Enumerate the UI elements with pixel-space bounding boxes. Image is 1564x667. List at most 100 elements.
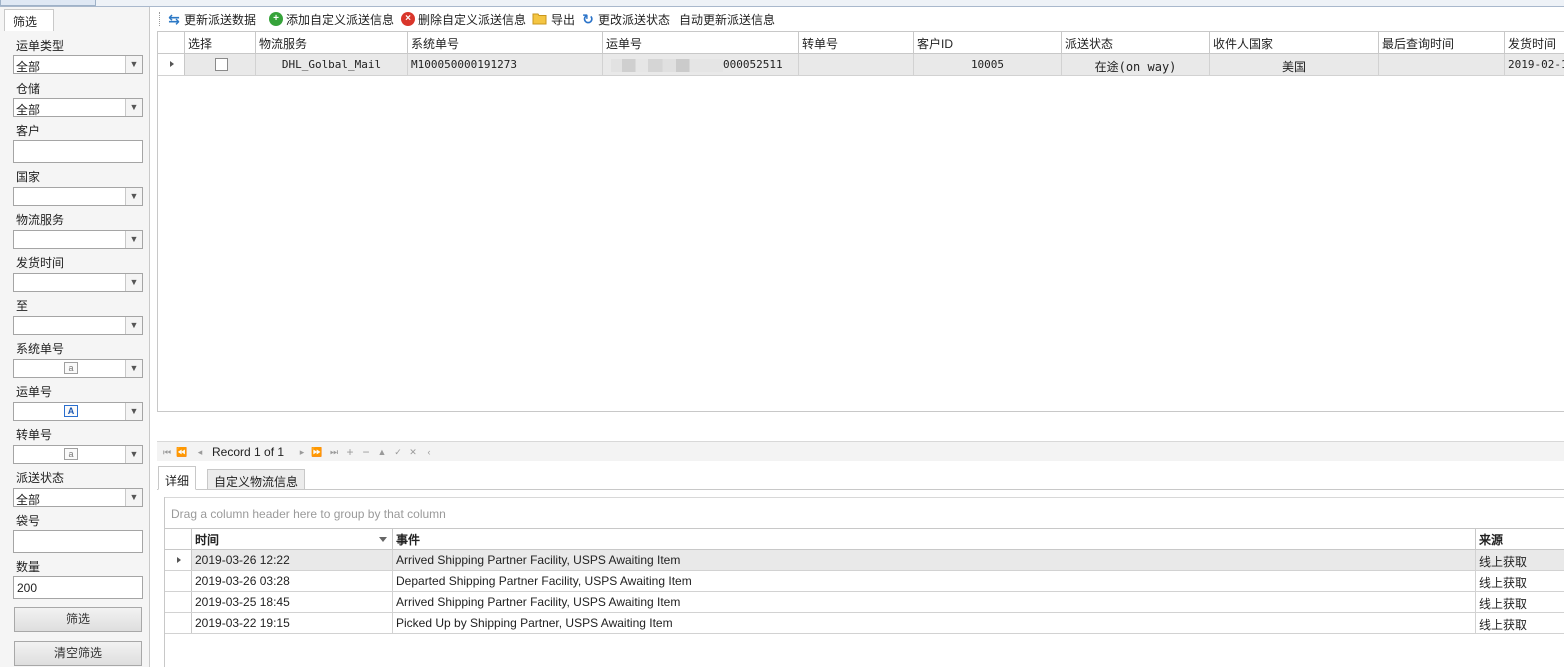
row-indicator[interactable] [158,54,185,75]
document-tab[interactable] [0,0,96,6]
column-header-waybill-no[interactable]: 运单号 [603,32,799,54]
cell-time[interactable]: 2019-03-26 03:28 [192,571,393,591]
waybill-no-input[interactable]: A ▼ [13,402,143,421]
row-indicator[interactable] [165,613,192,633]
column-header-customer-id[interactable]: 客户ID [914,32,1062,54]
waybill-no-visible: 000052511 [723,58,783,71]
cell-time[interactable]: 2019-03-22 19:15 [192,613,393,633]
warehouse-select[interactable]: 全部 ▼ [13,98,143,117]
row-indicator[interactable] [165,592,192,612]
clear-filter-button[interactable]: 清空筛选 [14,641,142,666]
column-header-recipient-country[interactable]: 收件人国家 [1210,32,1379,54]
cell-customer-id[interactable]: 10005 [914,54,1062,75]
cell-time[interactable]: 2019-03-26 12:22 [192,550,393,570]
cell-event[interactable]: Arrived Shipping Partner Facility, USPS … [393,550,1476,570]
previous-record-icon[interactable]: ◂ [194,445,206,459]
table-row[interactable]: DHL_Golbal_Mail M100050000191273 0000525… [158,54,1564,76]
cell-source[interactable]: 线上获取 [1476,550,1564,570]
cell-select[interactable] [185,54,256,75]
delivery-status-select[interactable]: 全部 ▼ [13,488,143,507]
cell-last-query-time[interactable] [1379,54,1505,75]
cell-event[interactable]: Picked Up by Shipping Partner, USPS Awai… [393,613,1476,633]
next-record-icon[interactable]: ▸ [296,445,308,459]
table-row[interactable]: 2019-03-26 12:22 Arrived Shipping Partne… [165,550,1564,571]
match-mode-icon[interactable]: a [64,362,78,374]
cell-time[interactable]: 2019-03-25 18:45 [192,592,393,612]
transfer-no-input[interactable]: a ▼ [13,445,143,464]
column-header-delivery-status[interactable]: 派送状态 [1062,32,1210,54]
chevron-down-icon[interactable]: ▼ [125,274,142,291]
remove-record-icon[interactable]: − [360,445,372,459]
cell-source[interactable]: 线上获取 [1476,571,1564,591]
waybill-type-select[interactable]: 全部 ▼ [13,55,143,74]
change-status-button[interactable]: ↻ 更改派送状态 [581,11,670,27]
quantity-input[interactable]: 200 [13,576,143,599]
cell-delivery-status[interactable]: 在途(on way) [1062,54,1210,75]
row-checkbox[interactable] [215,58,228,71]
previous-page-icon[interactable]: ⏪ [176,445,188,459]
table-row[interactable]: 2019-03-25 18:45 Arrived Shipping Partne… [165,592,1564,613]
warehouse-value: 全部 [16,103,41,117]
cell-logistics-service[interactable]: DHL_Golbal_Mail [256,54,408,75]
column-header-transfer-no[interactable]: 转单号 [799,32,914,54]
column-header-event[interactable]: 事件 [393,529,1476,550]
match-mode-icon[interactable]: a [64,448,78,460]
column-header-last-query-time[interactable]: 最后查询时间 [1379,32,1505,54]
toolbar-grip[interactable] [159,12,161,26]
chevron-down-icon[interactable]: ▼ [125,360,142,377]
country-select[interactable]: ▼ [13,187,143,206]
last-record-icon[interactable]: ⏭ [328,445,340,459]
tab-custom-logistics[interactable]: 自定义物流信息 [207,469,306,490]
group-by-panel[interactable]: Drag a column header here to group by th… [165,497,1564,529]
chevron-down-icon[interactable]: ▼ [125,188,142,205]
chevron-down-icon[interactable]: ▼ [125,231,142,248]
append-record-icon[interactable]: + [344,445,356,459]
row-indicator[interactable] [165,550,192,570]
cell-recipient-country[interactable]: 美国 [1210,54,1379,75]
ship-time-to-picker[interactable]: ▼ [13,316,143,335]
chevron-down-icon[interactable]: ▼ [125,446,142,463]
next-page-icon[interactable]: ⏩ [311,445,323,459]
cell-system-no[interactable]: M100050000191273 [408,54,603,75]
column-header-logistics-service[interactable]: 物流服务 [256,32,408,54]
customer-input[interactable] [13,140,143,163]
bag-no-input[interactable] [13,530,143,553]
filter-tab[interactable]: 筛选 [4,9,54,31]
cancel-edit-icon[interactable]: ✕ [407,445,419,459]
match-mode-icon[interactable]: A [64,405,78,417]
chevron-down-icon[interactable]: ▼ [125,403,142,420]
ship-time-from-picker[interactable]: ▼ [13,273,143,292]
cell-source[interactable]: 线上获取 [1476,613,1564,633]
column-header-ship-time[interactable]: 发货时间 [1505,32,1564,54]
add-custom-button[interactable]: + 添加自定义派送信息 [269,11,394,27]
cell-ship-time[interactable]: 2019-02-10 [1505,54,1564,75]
column-header-source[interactable]: 来源 [1476,529,1564,550]
column-header-select[interactable]: 选择 [185,32,256,54]
table-row[interactable]: 2019-03-22 19:15 Picked Up by Shipping P… [165,613,1564,634]
column-header-time[interactable]: 时间 [192,529,393,550]
cell-event[interactable]: Departed Shipping Partner Facility, USPS… [393,571,1476,591]
filter-button[interactable]: 筛选 [14,607,142,632]
auto-update-button[interactable]: 自动更新派送信息 [679,11,775,27]
tab-detail[interactable]: 详细 [158,466,197,490]
first-record-icon[interactable]: ⏮ [161,445,173,459]
chevron-down-icon[interactable]: ▼ [125,317,142,334]
column-header-system-no[interactable]: 系统单号 [408,32,603,54]
cell-source[interactable]: 线上获取 [1476,592,1564,612]
end-edit-icon[interactable]: ✓ [392,445,404,459]
chevron-down-icon[interactable]: ▼ [125,99,142,116]
logistics-service-select[interactable]: ▼ [13,230,143,249]
scroll-left-icon[interactable]: ‹ [423,445,435,459]
update-data-button[interactable]: ⇆ 更新派送数据 [167,11,256,27]
table-row[interactable]: 2019-03-26 03:28 Departed Shipping Partn… [165,571,1564,592]
edit-record-icon[interactable]: ▲ [376,445,388,459]
row-indicator[interactable] [165,571,192,591]
cell-waybill-no[interactable]: 000052511 [603,54,799,75]
cell-event[interactable]: Arrived Shipping Partner Facility, USPS … [393,592,1476,612]
chevron-down-icon[interactable]: ▼ [125,56,142,73]
system-no-input[interactable]: a ▼ [13,359,143,378]
export-button[interactable]: 导出 [532,11,575,27]
cell-transfer-no[interactable] [799,54,914,75]
delete-custom-button[interactable]: × 删除自定义派送信息 [401,11,526,27]
chevron-down-icon[interactable]: ▼ [125,489,142,506]
